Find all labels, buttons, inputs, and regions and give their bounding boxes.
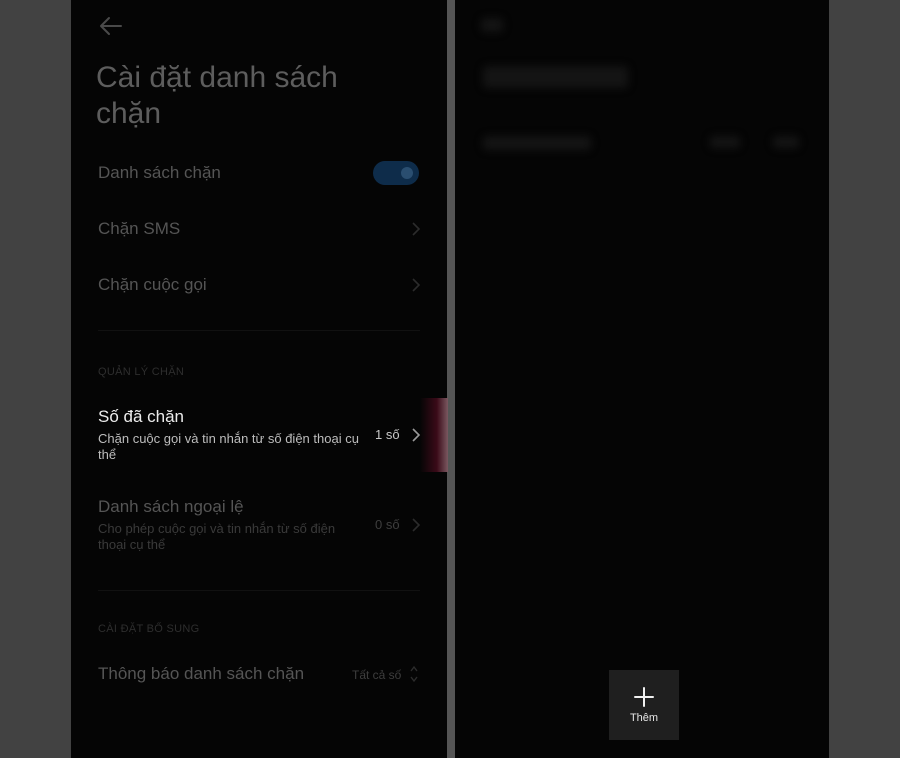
add-button[interactable]: Thêm (609, 670, 679, 740)
blocked-numbers-description: Chặn cuộc gọi và tin nhắn từ số điện tho… (98, 431, 359, 462)
blocked-numbers-label: Số đã chặn (98, 407, 185, 426)
blocked-numbers-count: 1 số (375, 427, 400, 442)
chevron-right-icon (412, 278, 421, 292)
blurred-entry-action (773, 136, 799, 148)
chevron-right-icon (412, 518, 421, 532)
exceptions-count: 0 số (375, 517, 400, 532)
chevron-right-icon (412, 222, 421, 236)
notifications-value[interactable]: Tất cả số (352, 668, 401, 682)
blurred-number-entry (483, 136, 591, 150)
blurred-title (483, 66, 628, 88)
divider (98, 330, 420, 331)
blocklist-settings-screen: Cài đặt danh sách chặn Danh sách chặn Ch… (71, 0, 447, 758)
divider (98, 590, 420, 591)
back-arrow-icon[interactable] (99, 15, 123, 37)
up-down-chevron-icon (410, 665, 418, 683)
page-title: Cài đặt danh sách chặn (96, 61, 338, 130)
plus-icon (634, 686, 654, 707)
section-header-manage: QUẢN LÝ CHẶN (98, 366, 185, 378)
toggle-knob (401, 167, 413, 179)
exceptions-description: Cho phép cuộc gọi và tin nhắn từ số điện… (98, 521, 336, 552)
blocked-numbers-screen: Thêm (455, 0, 829, 758)
panel-divider (447, 0, 455, 758)
blocklist-toggle[interactable] (373, 161, 419, 185)
selection-accent (420, 398, 448, 472)
block-sms-row[interactable]: Chặn SMS (98, 219, 423, 239)
exceptions-label: Danh sách ngoại lệ (98, 497, 244, 516)
blurred-back-icon (481, 18, 503, 32)
block-calls-label: Chặn cuộc gọi (98, 275, 207, 294)
add-label: Thêm (629, 711, 659, 724)
blurred-entry-meta (710, 136, 740, 148)
section-header-extra: CÀI ĐẶT BỔ SUNG (98, 623, 200, 635)
block-calls-row[interactable]: Chặn cuộc gọi (98, 275, 423, 295)
block-sms-label: Chặn SMS (98, 219, 181, 238)
